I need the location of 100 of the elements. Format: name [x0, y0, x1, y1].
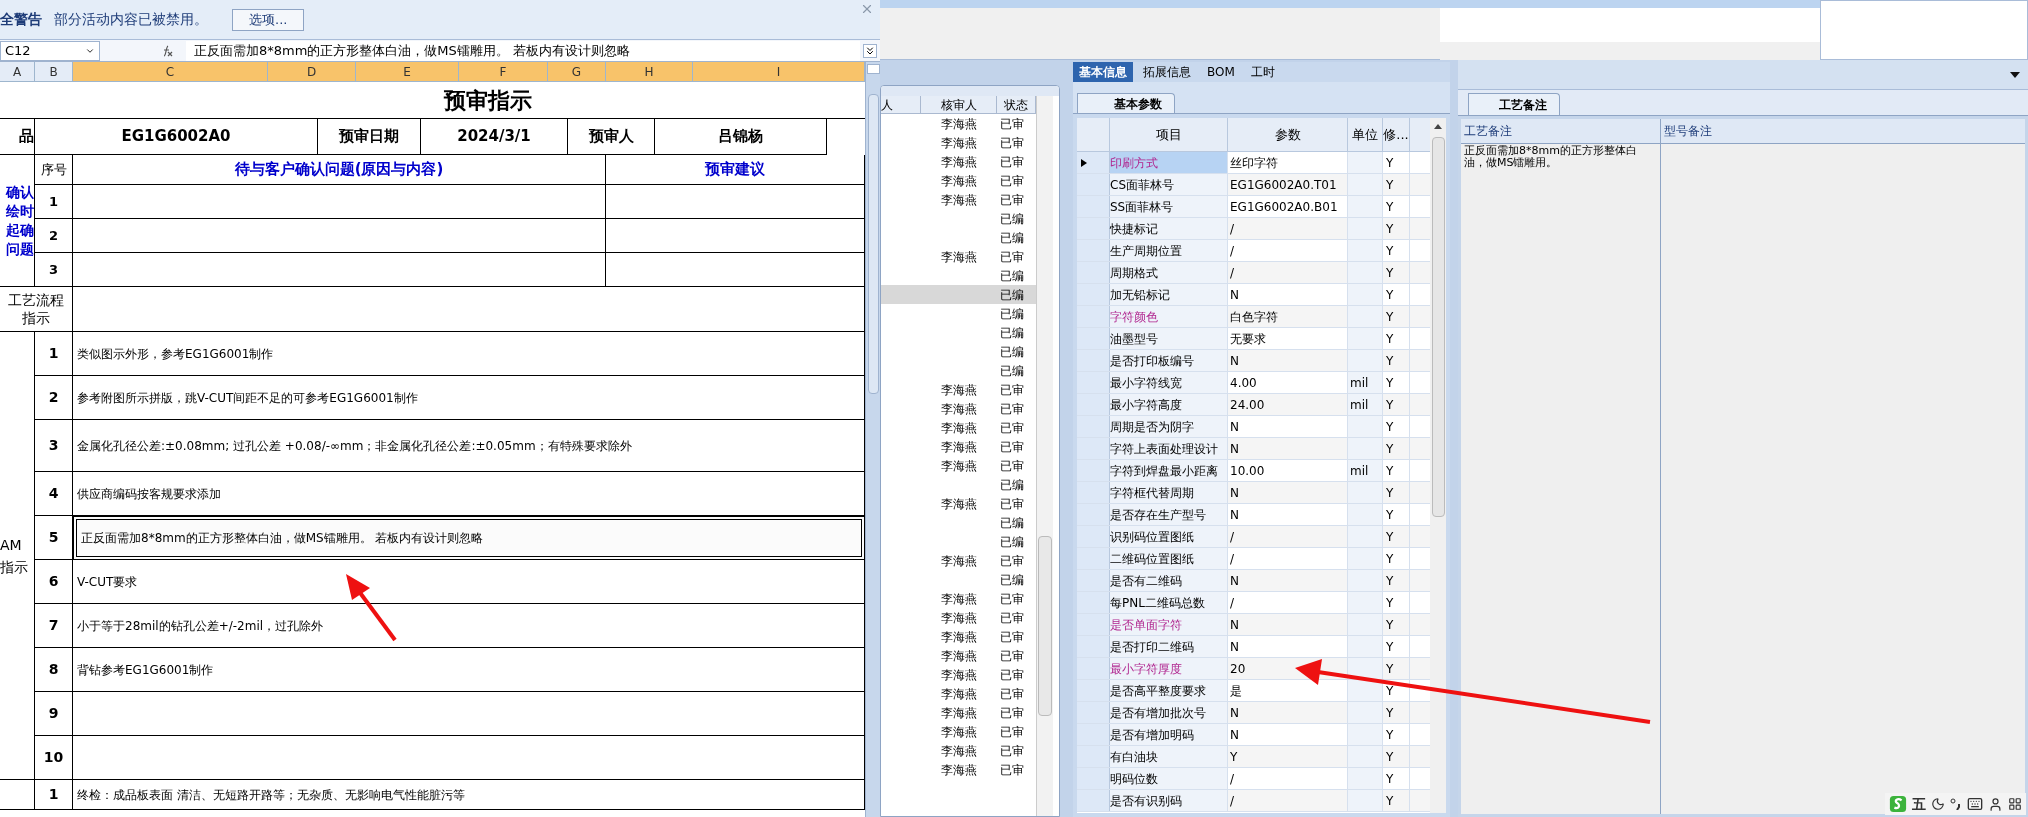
- table-row[interactable]: 每PNL二维码总数 / Y: [1077, 592, 1431, 614]
- user-icon[interactable]: [1988, 796, 2003, 812]
- table-row[interactable]: 二维码位置图纸 / Y: [1077, 548, 1431, 570]
- table-cell: 周期是否为阴字: [1110, 416, 1228, 437]
- table-row[interactable]: 是否有识别码 / Y: [1077, 790, 1431, 812]
- table-cell: [1348, 482, 1383, 503]
- table-cell: 预审建议: [606, 155, 865, 185]
- table-row[interactable]: 周期是否为阴字 N Y: [1077, 416, 1431, 438]
- table-cell-text: 已审: [999, 458, 1024, 473]
- table-cell-text: 已审: [999, 116, 1024, 131]
- scroll-thumb[interactable]: [867, 94, 879, 394]
- table-row[interactable]: 生产周期位置 / Y: [1077, 240, 1431, 262]
- scroll-thumb[interactable]: [1038, 536, 1052, 716]
- column-header[interactable]: 人: [881, 96, 921, 113]
- moon-icon[interactable]: [1931, 797, 1945, 811]
- table-row[interactable]: 最小字符线宽 4.00 mil Y: [1077, 372, 1431, 394]
- table-cell-text: 已审: [999, 249, 1024, 264]
- table-cell: 二维码位置图纸: [1110, 548, 1228, 569]
- table-row[interactable]: SS面菲林号 EG1G6002A0.B01 Y: [1077, 196, 1431, 218]
- scroll-button[interactable]: [866, 64, 880, 74]
- name-box[interactable]: C12: [0, 40, 100, 61]
- column-header[interactable]: 项目: [1110, 118, 1228, 151]
- scroll-thumb[interactable]: [1431, 137, 1445, 517]
- column-header[interactable]: A: [0, 62, 35, 82]
- table-cell-text: 已编: [999, 306, 1024, 321]
- table-row[interactable]: 字符框代替周期 N Y: [1077, 482, 1431, 504]
- formula-field[interactable]: 正反面需加8*8mm的正方形整体白油，做MS镭雕用。 若板内有设计则忽略: [186, 40, 860, 61]
- table-row[interactable]: 周期格式 / Y: [1077, 262, 1431, 284]
- column-header[interactable]: E: [356, 62, 459, 82]
- table-cell: SS面菲林号: [1110, 196, 1228, 217]
- table-cell: 字符到焊盘最小距离: [1110, 460, 1228, 481]
- table-cell-text: 已审: [999, 648, 1024, 663]
- table-cell-text: 已编: [999, 268, 1024, 283]
- table-cell-text: 已审: [999, 420, 1024, 435]
- tab[interactable]: 拓展信息: [1137, 62, 1197, 82]
- list-row[interactable]: 已编: [881, 285, 1036, 304]
- column-header[interactable]: 参数: [1228, 118, 1348, 151]
- tab[interactable]: 工时: [1244, 62, 1281, 82]
- tab[interactable]: 基本信息: [1073, 62, 1133, 82]
- table-row[interactable]: 是否打印板编号 N Y: [1077, 350, 1431, 372]
- table-row[interactable]: 有白油块 Y Y: [1077, 746, 1431, 768]
- table-cell: Y: [1383, 284, 1410, 305]
- vertical-scrollbar[interactable]: [1430, 118, 1446, 813]
- keyboard-icon[interactable]: [1967, 796, 1983, 812]
- process-note-field[interactable]: 正反面需加8*8mm的正方形整体白油，做MS镭雕用。: [1461, 144, 1660, 814]
- column-header[interactable]: G: [548, 62, 606, 82]
- grid-icon[interactable]: [2008, 797, 2022, 811]
- table-row[interactable]: 印刷方式 丝印字符 Y: [1077, 152, 1431, 174]
- punctuation-icon[interactable]: [1950, 798, 1962, 810]
- table-row[interactable]: 字符到焊盘最小距离 10.00 mil Y: [1077, 460, 1431, 482]
- column-header[interactable]: D: [268, 62, 356, 82]
- tab[interactable]: BOM: [1201, 62, 1241, 82]
- table-row[interactable]: 是否高平整度要求 是 Y: [1077, 680, 1431, 702]
- input-mode[interactable]: 五: [1912, 796, 1926, 812]
- dropdown-icon[interactable]: [2010, 71, 2020, 78]
- table-row[interactable]: 是否有增加批次号 N Y: [1077, 702, 1431, 724]
- table-row[interactable]: CS面菲林号 EG1G6002A0.T01 Y: [1077, 174, 1431, 196]
- scroll-up-icon[interactable]: [1434, 124, 1443, 129]
- column-header[interactable]: H: [606, 62, 693, 82]
- table-cell-text: 已编: [999, 477, 1024, 492]
- table-cell: 终检：成品板表面 清洁、无短路开路等；无杂质、无影响电气性能脏污等: [73, 780, 865, 810]
- close-icon[interactable]: [860, 2, 874, 16]
- table-row[interactable]: 是否有增加明码 N Y: [1077, 724, 1431, 746]
- column-header[interactable]: 核审人: [921, 96, 997, 113]
- vertical-scrollbar[interactable]: [865, 62, 880, 817]
- table-cell: Y: [1383, 152, 1410, 173]
- subtab[interactable]: 基本参数: [1077, 93, 1175, 113]
- row-header[interactable]: [1077, 152, 1110, 173]
- column-header[interactable]: B: [35, 62, 73, 82]
- table-row[interactable]: 识别码位置图纸 / Y: [1077, 526, 1431, 548]
- column-header[interactable]: F: [459, 62, 548, 82]
- column-header[interactable]: C: [73, 62, 268, 82]
- model-note-field[interactable]: [1661, 144, 2025, 814]
- table-cell-text: 已编: [999, 363, 1024, 378]
- table-cell-text: 已审: [999, 629, 1024, 644]
- table-row[interactable]: 最小字符厚度 20 Y: [1077, 658, 1431, 680]
- column-header[interactable]: I: [693, 62, 865, 82]
- table-cell: 是否打印板编号: [1110, 350, 1228, 371]
- table-row[interactable]: 字符上表面处理设计 N Y: [1077, 438, 1431, 460]
- table-cell-text: 已编: [999, 287, 1024, 302]
- table-cell-text: 李海燕: [941, 495, 977, 513]
- table-row[interactable]: 是否存在生产型号 N Y: [1077, 504, 1431, 526]
- table-row[interactable]: 字符颜色 白色字符 Y: [1077, 306, 1431, 328]
- table-row[interactable]: 是否单面字符 N Y: [1077, 614, 1431, 636]
- column-header[interactable]: 修...: [1383, 118, 1410, 151]
- table-row[interactable]: 油墨型号 无要求 Y: [1077, 328, 1431, 350]
- options-button[interactable]: 选项...: [232, 8, 305, 31]
- vertical-scrollbar[interactable]: [1036, 96, 1053, 816]
- table-row[interactable]: 加无铅标记 N Y: [1077, 284, 1431, 306]
- table-row[interactable]: 明码位数 / Y: [1077, 768, 1431, 790]
- expand-icon[interactable]: [863, 43, 877, 58]
- table-row[interactable]: 最小字符高度 24.00 mil Y: [1077, 394, 1431, 416]
- column-header[interactable]: 单位: [1348, 118, 1383, 151]
- table-row[interactable]: 快捷标记 / Y: [1077, 218, 1431, 240]
- s-logo-icon[interactable]: [1889, 795, 1907, 813]
- table-cell: Y: [1383, 548, 1410, 569]
- table-cell-text: 李海燕: [941, 248, 977, 266]
- table-row[interactable]: 是否打印二维码 N Y: [1077, 636, 1431, 658]
- notes-tab[interactable]: 工艺备注: [1468, 93, 1560, 115]
- table-row[interactable]: 是否有二维码 N Y: [1077, 570, 1431, 592]
